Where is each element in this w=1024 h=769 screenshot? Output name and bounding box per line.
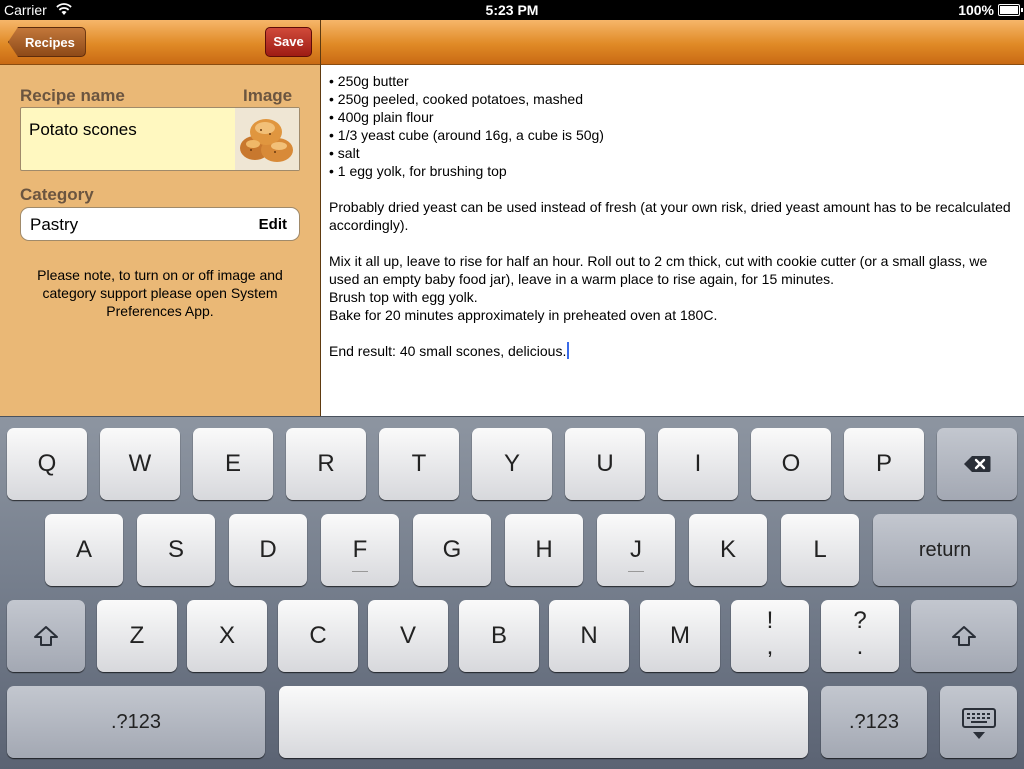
key-exclamation: !	[766, 607, 774, 634]
key-h[interactable]: H	[505, 514, 583, 586]
battery-percent: 100%	[958, 2, 994, 18]
recipe-line: End result: 40 small scones, delicious.	[329, 343, 567, 359]
recipe-line	[329, 180, 1019, 198]
shift-key-right[interactable]	[911, 600, 1017, 672]
key-r[interactable]: R	[286, 428, 366, 500]
settings-note: Please note, to turn on or off image and…	[37, 267, 283, 319]
recipe-line: Mix it all up, leave to rise for half an…	[329, 253, 992, 287]
key-f[interactable]: F	[321, 514, 399, 586]
recipe-line: • 250g butter	[329, 73, 409, 89]
key-w[interactable]: W	[100, 428, 180, 500]
recipe-line-last: End result: 40 small scones, delicious.	[329, 342, 1019, 360]
space-bar[interactable]	[279, 686, 808, 758]
recipe-line: Brush top with egg yolk.	[329, 289, 478, 305]
category-edit-button[interactable]: Edit	[259, 216, 287, 233]
battery-icon	[998, 4, 1023, 16]
recipe-line: • 1/3 yeast cube (around 16g, a cube is …	[329, 127, 604, 143]
dismiss-keyboard-key[interactable]	[940, 686, 1017, 758]
recipe-line: • 1 egg yolk, for brushing top	[329, 163, 507, 179]
key-x[interactable]: X	[187, 600, 267, 672]
key-v[interactable]: V	[368, 600, 448, 672]
key-p[interactable]: P	[844, 428, 924, 500]
status-bar: Carrier 5:23 PM 100%	[0, 0, 1024, 20]
key-f-label: F	[352, 536, 368, 563]
numbers-key-right[interactable]: .?123	[821, 686, 927, 758]
home-row-nub	[628, 571, 644, 572]
key-d[interactable]: D	[229, 514, 307, 586]
key-y[interactable]: Y	[472, 428, 552, 500]
key-s[interactable]: S	[137, 514, 215, 586]
key-question-period[interactable]: ? .	[821, 600, 899, 672]
key-g[interactable]: G	[413, 514, 491, 586]
delete-key[interactable]	[937, 428, 1017, 500]
recipe-line: Probably dried yeast can be used instead…	[329, 199, 1015, 233]
recipe-line: • 250g peeled, cooked potatoes, mashed	[329, 91, 583, 107]
recipe-line	[329, 324, 1019, 342]
clock: 5:23 PM	[485, 2, 539, 18]
key-u[interactable]: U	[565, 428, 645, 500]
numbers-key-left[interactable]: .?123	[7, 686, 265, 758]
recipe-line	[329, 234, 1019, 252]
key-j[interactable]: J	[597, 514, 675, 586]
key-k[interactable]: K	[689, 514, 767, 586]
key-e[interactable]: E	[193, 428, 273, 500]
key-i[interactable]: I	[658, 428, 738, 500]
text-cursor	[567, 342, 570, 359]
recipe-name-label: Recipe name	[20, 86, 125, 105]
image-label: Image	[243, 86, 293, 105]
key-n[interactable]: N	[549, 600, 629, 672]
key-z[interactable]: Z	[97, 600, 177, 672]
delete-icon	[963, 455, 991, 473]
recipe-line: • salt	[329, 145, 360, 161]
key-b[interactable]: B	[459, 600, 539, 672]
home-row-nub	[352, 571, 368, 572]
return-key[interactable]: return	[873, 514, 1017, 586]
category-field[interactable]: Pastry Edit	[20, 207, 300, 241]
recipe-text-editor[interactable]: • 250g butter • 250g peeled, cooked pota…	[329, 72, 1019, 360]
key-a[interactable]: A	[45, 514, 123, 586]
onscreen-keyboard: Q W E R T Y U I O P A S D F G H J K L re…	[0, 416, 1024, 769]
recipe-text-panel: • 250g butter • 250g peeled, cooked pota…	[321, 20, 1024, 416]
category-label: Category	[20, 185, 94, 204]
keyboard-dismiss-icon	[962, 708, 996, 740]
right-navigation-bar	[321, 20, 1024, 65]
recipe-line: Bake for 20 minutes approximately in pre…	[329, 307, 718, 323]
recipe-name-field[interactable]: Potato scones	[20, 107, 300, 171]
key-comma: ,	[766, 633, 774, 660]
key-question: ?	[853, 607, 867, 634]
recipe-line: • 400g plain flour	[329, 109, 434, 125]
key-t[interactable]: T	[379, 428, 459, 500]
recipes-back-button[interactable]: Recipes	[8, 27, 86, 57]
shift-icon	[33, 625, 59, 647]
save-button[interactable]: Save	[265, 27, 312, 57]
key-m[interactable]: M	[640, 600, 720, 672]
left-navigation-bar: Recipes Save	[0, 20, 320, 65]
key-l[interactable]: L	[781, 514, 859, 586]
key-j-label: J	[630, 536, 642, 563]
key-exclamation-comma[interactable]: ! ,	[731, 600, 809, 672]
key-q[interactable]: Q	[7, 428, 87, 500]
recipe-image-thumbnail[interactable]	[235, 108, 299, 170]
key-c[interactable]: C	[278, 600, 358, 672]
recipe-name-value: Potato scones	[29, 120, 137, 139]
shift-key-left[interactable]	[7, 600, 85, 672]
shift-icon	[951, 625, 977, 647]
key-period: .	[856, 633, 864, 660]
category-value: Pastry	[30, 215, 79, 234]
recipe-details-panel: Recipes Save Recipe name Image Potato sc…	[0, 20, 320, 416]
key-o[interactable]: O	[751, 428, 831, 500]
